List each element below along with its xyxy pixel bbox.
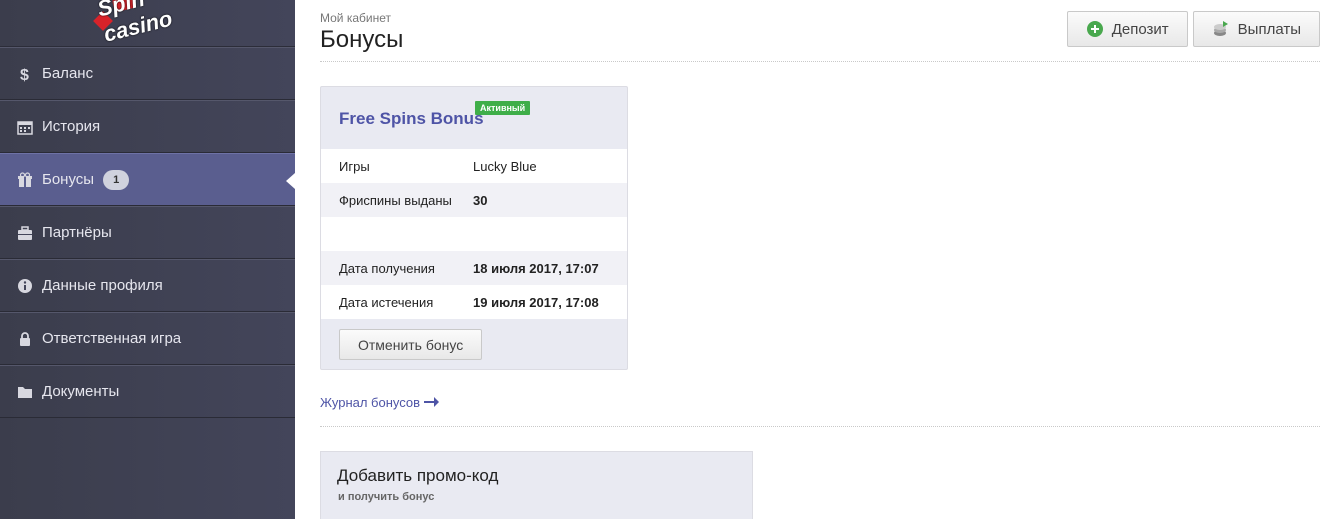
sidebar-item-partners[interactable]: Партнёры [0, 206, 295, 259]
row-value: 18 июля 2017, 17:07 [473, 260, 599, 276]
folder-icon [17, 384, 33, 400]
sidebar-item-balance[interactable]: $ Баланс [0, 47, 295, 100]
info-icon [17, 278, 33, 294]
bonus-title: Free Spins Bonus [339, 109, 484, 128]
row-value: 19 июля 2017, 17:08 [473, 294, 599, 310]
section-divider [320, 426, 1320, 427]
sidebar-item-responsible-gaming[interactable]: Ответственная игра [0, 312, 295, 365]
page-title: Бонусы [320, 26, 404, 53]
calendar-icon [17, 119, 33, 135]
cancel-bonus-button[interactable]: Отменить бонус [339, 329, 483, 360]
sidebar-item-bonuses[interactable]: Бонусы 1 [0, 153, 295, 206]
sidebar-item-label: Баланс [42, 65, 94, 82]
promo-code-panel: Добавить промо-код и получить бонус [320, 451, 753, 519]
lock-icon [17, 331, 33, 347]
payouts-button[interactable]: Выплаты [1192, 11, 1320, 47]
bonus-row-empty [321, 217, 627, 251]
bonus-card: Free Spins Bonus Активный Игры Lucky Blu… [320, 86, 628, 370]
sidebar-item-label: Ответственная игра [42, 330, 182, 347]
sidebar-item-label: Данные профиля [42, 277, 163, 294]
gift-icon [17, 171, 33, 188]
status-badge: Активный [475, 101, 531, 115]
row-key: Дата истечения [339, 294, 434, 310]
deposit-button[interactable]: Депозит [1066, 11, 1188, 47]
breadcrumb[interactable]: Мой кабинет [320, 11, 391, 25]
sidebar-item-label: Документы [42, 383, 120, 400]
bonus-count-badge: 1 [103, 169, 130, 190]
briefcase-icon [17, 225, 33, 241]
bonus-row-games: Игры Lucky Blue [321, 149, 627, 183]
journal-label: Журнал бонусов [320, 395, 421, 410]
deposit-icon [1086, 20, 1104, 38]
bonus-row-expires: Дата истечения 19 июля 2017, 17:08 [321, 285, 627, 319]
bonus-card-header: Free Spins Bonus Активный [321, 87, 627, 149]
promo-subtitle: и получить бонус [338, 491, 435, 503]
bonus-row-freespins: Фриспины выданы 30 [321, 183, 627, 217]
svg-text:$: $ [20, 67, 29, 82]
sidebar-item-history[interactable]: История [0, 100, 295, 153]
dollar-icon: $ [17, 66, 33, 82]
bonus-row-received: Дата получения 18 июля 2017, 17:07 [321, 251, 627, 285]
casino-logo[interactable]: Spin casino [0, 0, 295, 47]
deposit-label: Депозит [1111, 20, 1169, 38]
payouts-icon [1212, 20, 1230, 38]
promo-title: Добавить промо-код [337, 466, 499, 485]
header-divider [320, 61, 1320, 62]
sidebar: Spin casino $ Баланс История Бонусы 1 Пар… [0, 0, 295, 519]
row-key: Фриспины выданы [339, 192, 452, 208]
main-content: Мой кабинет Бонусы Депозит Выплаты Free … [320, 0, 1324, 519]
row-value: 30 [473, 192, 488, 208]
sidebar-item-label: Партнёры [42, 224, 112, 241]
sidebar-item-label: История [42, 118, 101, 135]
sidebar-item-documents[interactable]: Документы [0, 365, 295, 418]
row-key: Игры [339, 158, 370, 174]
sidebar-item-label: Бонусы [42, 171, 95, 188]
row-key: Дата получения [339, 260, 435, 276]
sidebar-item-profile[interactable]: Данные профиля [0, 259, 295, 312]
payouts-label: Выплаты [1237, 20, 1301, 38]
row-value: Lucky Blue [473, 158, 537, 174]
bonus-journal-link[interactable]: Журнал бонусов [320, 395, 440, 410]
header-actions: Депозит Выплаты [1066, 11, 1320, 47]
arrow-right-icon [424, 395, 440, 410]
